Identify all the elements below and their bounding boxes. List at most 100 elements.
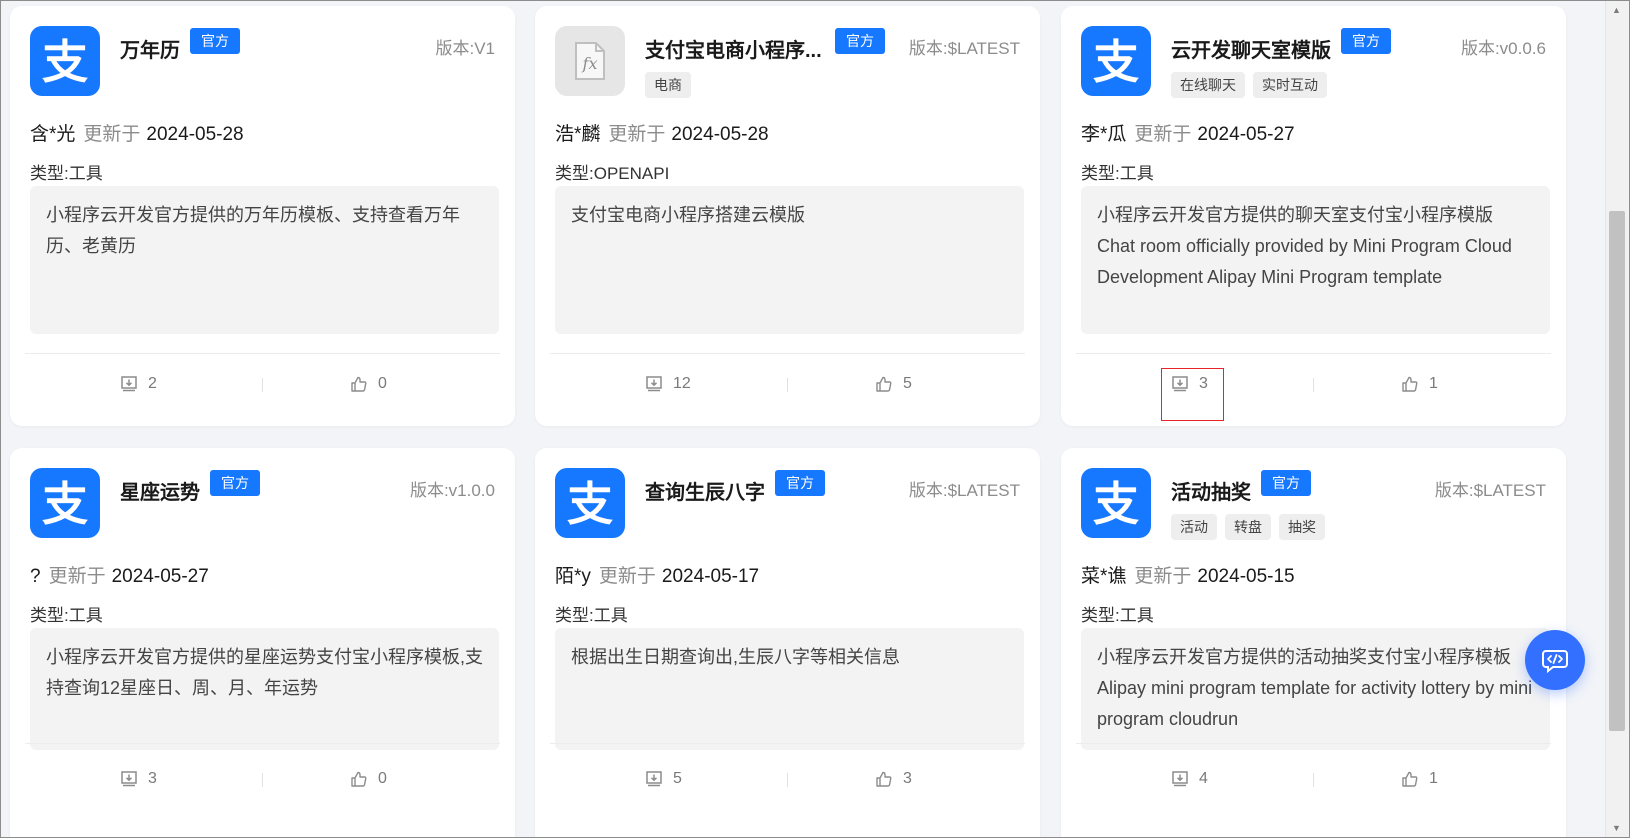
vertical-scrollbar[interactable]: ▲ ▼ (1605, 1, 1628, 837)
scroll-up-arrow-icon[interactable]: ▲ (1612, 5, 1621, 15)
download-icon (121, 376, 137, 392)
update-date: 2024-05-27 (1197, 124, 1295, 145)
like-count: 0 (378, 770, 387, 787)
template-title[interactable]: 支付宝电商小程序... (645, 34, 822, 63)
template-card[interactable]: 支活动抽奖 官方 版本:$LATEST 活动 转盘 抽奖 菜*谯 更新于 2024-05-15 类… (1061, 448, 1566, 837)
download-stat[interactable]: 2 (120, 375, 157, 393)
template-title[interactable]: 活动抽奖 (1171, 476, 1251, 505)
download-icon (121, 771, 137, 787)
version-label: 版本:$LATEST (908, 39, 1020, 58)
like-stat[interactable]: 0 (350, 770, 387, 788)
scroll-down-arrow-icon[interactable]: ▼ (1612, 823, 1621, 833)
template-card[interactable]: fx 支付宝电商小程序... 官方 版本:$LATEST 电商浩*麟 更新于 2024-05… (535, 6, 1040, 426)
download-icon (646, 376, 662, 392)
version-label: 版本:$LATEST (1434, 481, 1546, 500)
code-assistant-fab[interactable] (1525, 630, 1585, 690)
author-name[interactable]: 李*瓜 (1081, 124, 1126, 145)
tag-chip[interactable]: 电商 (645, 72, 691, 98)
like-stat[interactable]: 1 (1401, 770, 1438, 788)
template-title[interactable]: 云开发聊天室模版 (1171, 34, 1331, 63)
official-badge: 官方 (1340, 28, 1391, 54)
updated-label: 更新于 (1134, 566, 1192, 587)
svg-text:支: 支 (42, 35, 88, 88)
version-label: 版本:v0.0.6 (1460, 39, 1546, 58)
version-label: 版本:$LATEST (908, 481, 1020, 500)
card-divider (25, 743, 500, 744)
download-stat[interactable]: 4 (1171, 770, 1208, 788)
template-description: 小程序云开发官方提供的万年历模板、支持查看万年历、老黄历 (30, 186, 499, 334)
function-fx-icon: fx (575, 42, 605, 80)
alipay-logo-icon: 支 (42, 477, 88, 530)
update-date: 2024-05-28 (146, 124, 244, 145)
like-count: 5 (903, 375, 912, 392)
like-stat[interactable]: 0 (350, 375, 387, 393)
tag-list: 在线聊天 实时互动 (1171, 72, 1327, 98)
template-description: 小程序云开发官方提供的聊天室支付宝小程序模版 Chat room officia… (1081, 186, 1550, 334)
stat-separator (787, 378, 788, 392)
svg-text:支: 支 (567, 477, 613, 530)
template-card[interactable]: 支 星座运势 官方 版本:v1.0.0? 更新于 2024-05-27 类型:工具 小程序云开… (10, 448, 515, 837)
like-stat[interactable]: 3 (875, 770, 912, 788)
alipay-logo-icon: 支 (567, 477, 613, 530)
version-label: 版本:v1.0.0 (409, 481, 495, 500)
thumbs-up-icon (351, 376, 367, 392)
template-card[interactable]: 支 查询生辰八字 官方 版本:$LATEST 陌*y 更新于 2024-05-17 类型:工具… (535, 448, 1040, 837)
download-stat[interactable]: 12 (645, 375, 691, 393)
download-icon (646, 771, 662, 787)
template-logo: 支 (555, 468, 625, 538)
download-highlight-box (1161, 368, 1224, 421)
template-title[interactable]: 查询生辰八字 (645, 476, 765, 505)
template-card[interactable]: 支 云开发聊天室模版 官方 版本:v0.0.6 在线聊天 实时互动李*瓜 更新于 2024-0… (1061, 6, 1566, 426)
template-description: 小程序云开发官方提供的星座运势支付宝小程序模板,支持查询12星座日、周、月、年运… (30, 628, 499, 750)
tag-chip[interactable]: 实时互动 (1253, 72, 1327, 98)
tag-chip[interactable]: 活动 (1171, 514, 1217, 540)
tag-chip[interactable]: 在线聊天 (1171, 72, 1245, 98)
author-line: 李*瓜 更新于 2024-05-27 (1081, 119, 1295, 146)
like-count: 1 (1429, 375, 1438, 392)
tag-chip[interactable]: 转盘 (1225, 514, 1271, 540)
download-count: 2 (148, 375, 157, 392)
stat-separator (1313, 773, 1314, 787)
stat-separator (262, 773, 263, 787)
author-name[interactable]: ? (30, 566, 41, 587)
thumbs-up-icon (351, 771, 367, 787)
tag-chip[interactable]: 抽奖 (1279, 514, 1325, 540)
card-divider (550, 743, 1025, 744)
stat-separator (262, 378, 263, 392)
template-card[interactable]: 支 万年历 官方 版本:V1 含*光 更新于 2024-05-28 类型:工具 小程序云开发官方… (10, 6, 515, 426)
author-name[interactable]: 陌*y (555, 566, 591, 587)
template-logo: fx (555, 26, 625, 96)
download-count: 3 (148, 770, 157, 787)
card-divider (1076, 353, 1551, 354)
svg-text:支: 支 (1093, 35, 1139, 88)
svg-text:支: 支 (1093, 477, 1139, 530)
like-stat[interactable]: 5 (875, 375, 912, 393)
tag-list: 活动 转盘 抽奖 (1171, 514, 1325, 540)
author-name[interactable]: 含*光 (30, 124, 75, 145)
download-stat[interactable]: 3 (120, 770, 157, 788)
like-stat[interactable]: 1 (1401, 375, 1438, 393)
author-name[interactable]: 菜*谯 (1081, 566, 1126, 587)
template-title[interactable]: 星座运势 (120, 476, 200, 505)
like-count: 3 (903, 770, 912, 787)
card-divider (1076, 743, 1551, 744)
download-stat[interactable]: 5 (645, 770, 682, 788)
scrollbar-thumb[interactable] (1609, 211, 1625, 731)
download-count: 12 (673, 375, 691, 392)
thumbs-up-icon (876, 376, 892, 392)
type-label: 类型:工具 (555, 606, 628, 625)
official-badge: 官方 (774, 470, 825, 496)
author-line: 浩*麟 更新于 2024-05-28 (555, 119, 769, 146)
template-title[interactable]: 万年历 (120, 34, 180, 63)
svg-text:支: 支 (42, 477, 88, 530)
official-badge: 官方 (1260, 470, 1311, 496)
thumbs-up-icon (1402, 771, 1418, 787)
author-name[interactable]: 浩*麟 (555, 124, 600, 145)
stat-separator (1313, 378, 1314, 392)
card-divider (550, 353, 1025, 354)
update-date: 2024-05-27 (111, 566, 209, 587)
update-date: 2024-05-15 (1197, 566, 1295, 587)
template-description: 小程序云开发官方提供的活动抽奖支付宝小程序模板 Alipay mini prog… (1081, 628, 1550, 750)
official-badge: 官方 (835, 28, 885, 54)
author-line: 含*光 更新于 2024-05-28 (30, 119, 244, 146)
